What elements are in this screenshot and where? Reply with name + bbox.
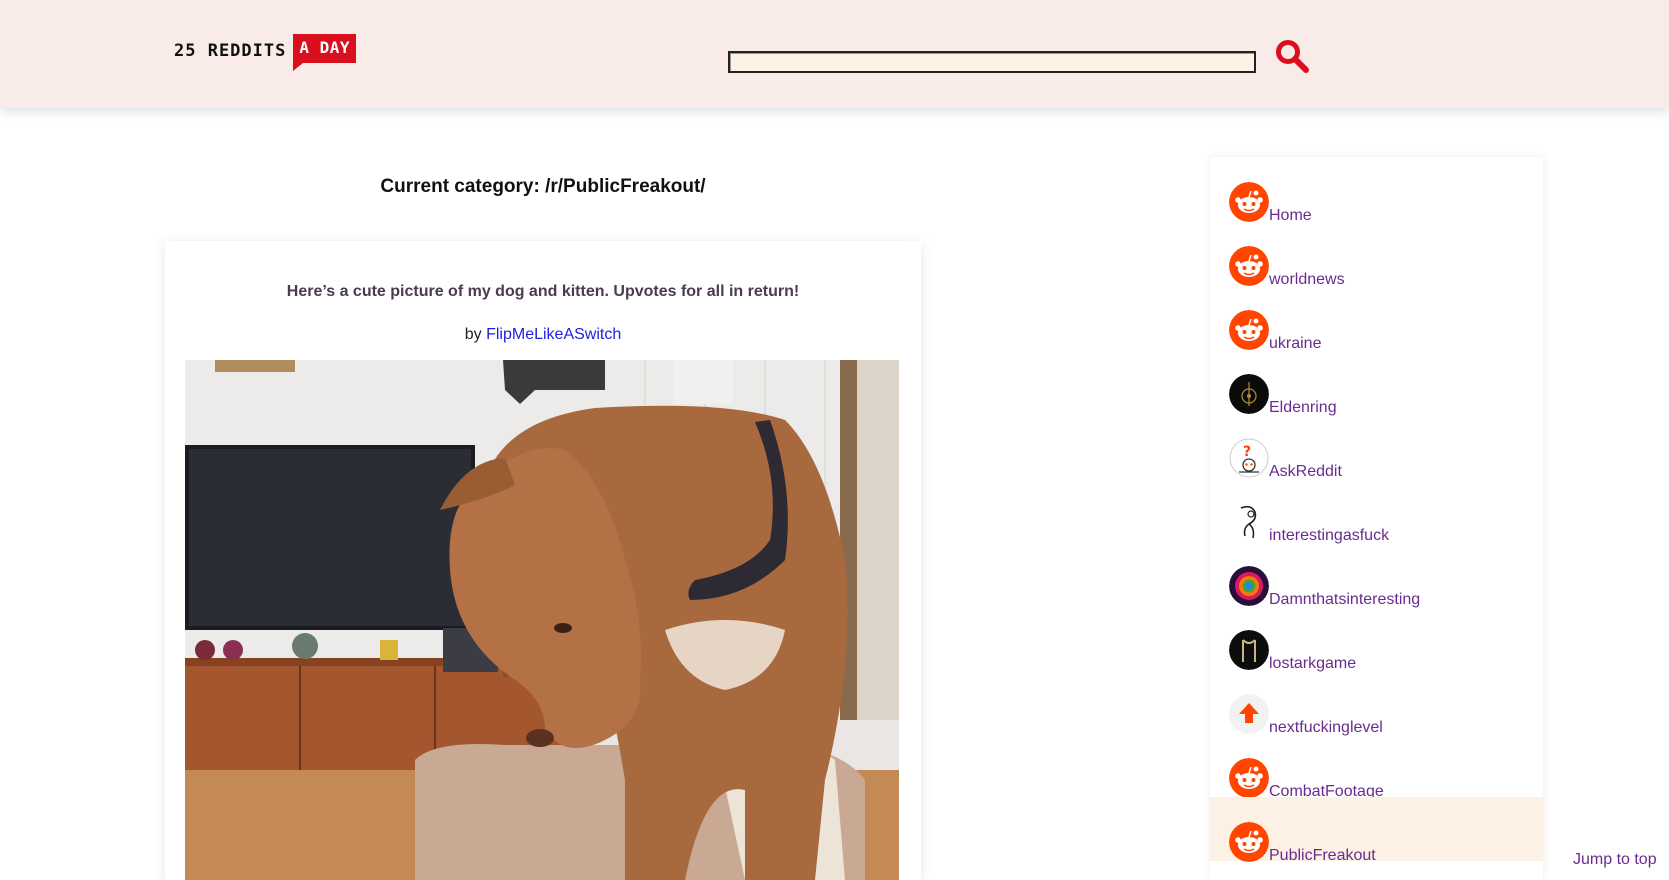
- site-logo[interactable]: 25 REDDITS A DAY: [174, 34, 357, 72]
- sidebar-item-askreddit[interactable]: ? AskReddit: [1210, 413, 1543, 480]
- sidebar-item-combatfootage[interactable]: CombatFootage: [1210, 733, 1543, 800]
- sidebar-item-lostarkgame[interactable]: lostarkgame: [1210, 605, 1543, 672]
- reddit-snoo-icon: [1229, 758, 1269, 798]
- reddit-snoo-icon: [1229, 310, 1269, 350]
- sidebar-item-nextfuckinglevel[interactable]: nextfuckinglevel: [1210, 669, 1543, 736]
- post-image[interactable]: [185, 360, 899, 880]
- site-header: 25 REDDITS A DAY: [0, 0, 1669, 108]
- subreddit-sidebar: Home worldnews ukraine Eldenring ? AskRe…: [1210, 157, 1543, 880]
- sidebar-item-eldenring[interactable]: Eldenring: [1210, 349, 1543, 416]
- post-title: Here’s a cute picture of my dog and kitt…: [286, 283, 800, 300]
- dog-photo: [185, 360, 899, 880]
- search-input[interactable]: [728, 51, 1256, 73]
- logo-text: 25 REDDITS: [174, 41, 287, 61]
- damnthatsinteresting-icon: [1229, 566, 1269, 606]
- sidebar-item-label: PublicFreakout: [1269, 847, 1376, 864]
- interestingasfuck-icon: [1229, 502, 1269, 542]
- reddit-snoo-icon: [1229, 182, 1269, 222]
- sidebar-item-ukraine[interactable]: ukraine: [1210, 285, 1543, 352]
- post-author-line: by FlipMeLikeASwitch: [165, 326, 921, 344]
- reddit-snoo-icon: [1229, 246, 1269, 286]
- author-link[interactable]: FlipMeLikeASwitch: [486, 326, 621, 343]
- sidebar-item-worldnews[interactable]: worldnews: [1210, 221, 1543, 288]
- current-category-heading: Current category: /r/PublicFreakout/: [380, 176, 706, 197]
- by-label: by: [464, 326, 482, 343]
- sidebar-item-publicfreakout[interactable]: PublicFreakout: [1210, 797, 1543, 864]
- reddit-snoo-icon: [1229, 822, 1269, 862]
- search-button[interactable]: [1274, 38, 1310, 74]
- askreddit-icon: ?: [1229, 438, 1269, 478]
- logo-accent-badge: A DAY: [293, 34, 357, 71]
- sidebar-item-damnthatsinteresting[interactable]: Damnthatsinteresting: [1210, 541, 1543, 608]
- eldenring-icon: [1229, 374, 1269, 414]
- magnifier-icon: [1276, 40, 1309, 73]
- upvote-arrow-icon: [1229, 694, 1269, 734]
- sidebar-item-home[interactable]: Home: [1210, 157, 1543, 224]
- sidebar-item-interestingasfuck[interactable]: interestingasfuck: [1210, 477, 1543, 544]
- lostarkgame-icon: [1229, 630, 1269, 670]
- post-card: Here’s a cute picture of my dog and kitt…: [165, 241, 921, 880]
- svg-text:?: ?: [1243, 444, 1251, 460]
- jump-to-top-link[interactable]: Jump to top: [1573, 851, 1657, 869]
